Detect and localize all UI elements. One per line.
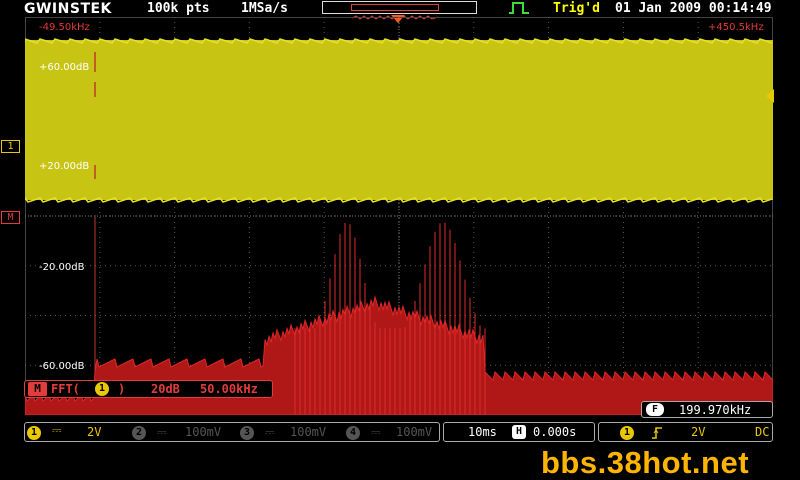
ch4-coupling-icon: ⎓ xyxy=(371,425,381,439)
memory-window xyxy=(351,4,439,20)
math-source-channel: 1 xyxy=(95,381,109,396)
ch2-indicator[interactable]: 2 xyxy=(132,425,146,440)
trigger-level: 2V xyxy=(691,425,706,439)
rising-edge-icon xyxy=(652,427,662,439)
freq-end-label: +450.5kHz xyxy=(708,22,764,33)
ch2-coupling-icon: ⎓ xyxy=(157,425,167,439)
freq-tag: F xyxy=(646,403,664,416)
trigger-edge-icon xyxy=(509,2,529,14)
ch3-scale: 100mV xyxy=(290,425,327,439)
ch1-indicator[interactable]: 1 xyxy=(27,425,41,440)
record-length: 100k pts xyxy=(147,1,210,16)
ch4-indicator[interactable]: 4 xyxy=(346,425,360,440)
math-function: FFT( xyxy=(51,382,80,396)
sample-rate: 1MSa/s xyxy=(241,1,288,16)
math-span: 50.00kHz xyxy=(200,382,258,396)
graticule xyxy=(25,17,773,415)
ch1-tick-label: +60.00dB xyxy=(39,62,90,73)
channel-scale-box[interactable]: 1 ⎓ 2V 2 ⎓ 100mV 3 ⎓ 100mV 4 ⎓ 100mV xyxy=(24,422,440,442)
trigger-level-marker[interactable] xyxy=(766,89,774,103)
trigger-box[interactable]: 1 2V DC xyxy=(598,422,773,442)
dc-coupling-icon: ⎓ xyxy=(52,423,62,437)
math-close: ) xyxy=(118,382,126,396)
memory-bar xyxy=(322,1,477,20)
frequency-value: 199.970kHz xyxy=(679,403,752,417)
ch1-scale: 2V xyxy=(87,425,102,439)
ch4-scale: 100mV xyxy=(396,425,433,439)
horizontal-position: 0.000s xyxy=(533,425,577,439)
math-tick-label: -60.00dB xyxy=(39,361,85,372)
math-info-box[interactable]: M FFT( 1 ) 20dB 50.00kHz xyxy=(24,380,273,398)
math-scale: 20dB xyxy=(151,382,180,396)
freq-start-label: -49.50kHz xyxy=(39,22,90,33)
timebase-box[interactable]: 10ms H 0.000s xyxy=(443,422,595,442)
date-time: 01 Jan 2009 00:14:49 xyxy=(615,1,772,16)
timebase-scale: 10ms xyxy=(468,425,497,439)
frequency-counter: F 199.970kHz xyxy=(641,401,773,418)
trigger-source: 1 xyxy=(620,425,634,440)
math-tick-label: -20.00dB xyxy=(39,262,85,273)
trigger-coupling: DC xyxy=(755,425,770,439)
math-tag: M xyxy=(28,382,47,396)
horizontal-position-tag: H xyxy=(512,425,526,439)
ch2-scale: 100mV xyxy=(185,425,222,439)
watermark: bbs.38hot.net xyxy=(541,445,750,480)
math-position-marker[interactable]: M xyxy=(1,211,20,224)
ch3-coupling-icon: ⎓ xyxy=(265,425,275,439)
ch1-tick-label: +20.00dB xyxy=(39,161,90,172)
waveform-display: -49.50kHz +450.5kHz +60.00dB +20.00dB -2… xyxy=(25,17,773,415)
ch3-indicator[interactable]: 3 xyxy=(240,425,254,440)
brand-logo: GWINSTEK xyxy=(24,1,112,17)
trigger-status: Trig'd xyxy=(553,1,600,16)
ch1-position-marker[interactable]: 1 xyxy=(1,140,20,153)
